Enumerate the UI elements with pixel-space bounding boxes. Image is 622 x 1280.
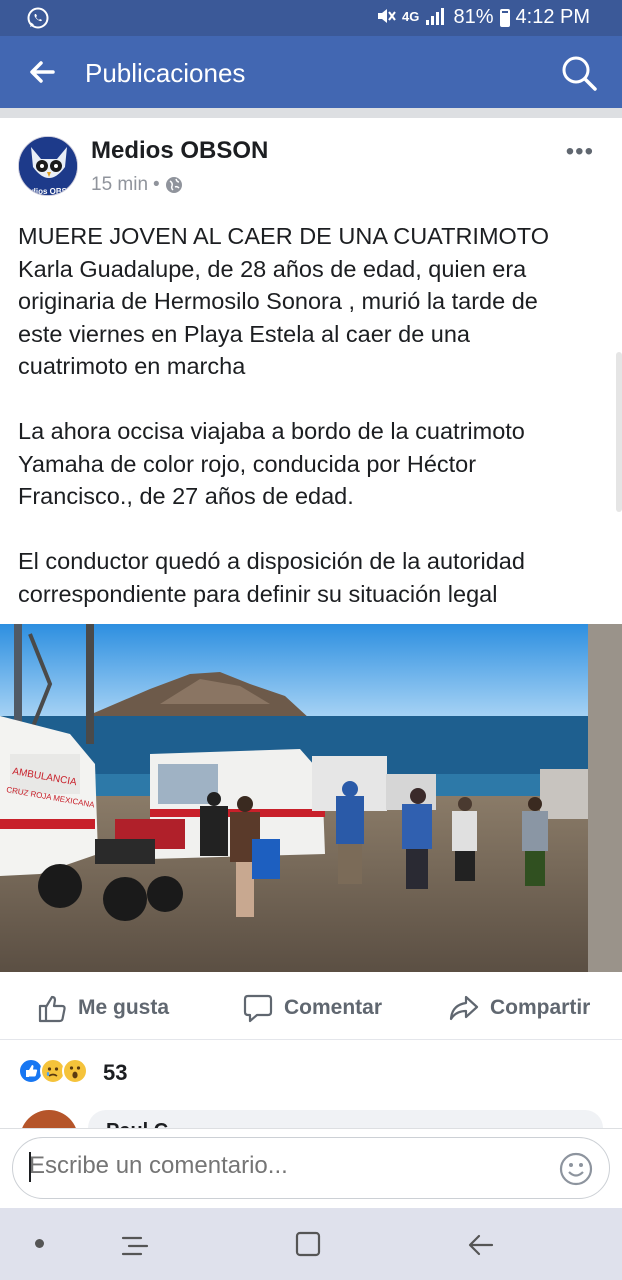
comment-bubble[interactable]: Paul C: [88, 1110, 603, 1130]
share-button[interactable]: Compartir: [448, 992, 590, 1024]
recent-apps-icon[interactable]: [120, 1230, 150, 1260]
share-label: Compartir: [490, 996, 591, 1019]
status-right: 81% 4:12 PM: [453, 6, 590, 29]
mute-icon: [378, 9, 396, 23]
text-line: cuatrimoto en marcha: [18, 353, 246, 379]
post-author[interactable]: Medios OBSON: [91, 137, 268, 165]
more-options-icon[interactable]: •••: [566, 138, 594, 166]
nav-dot-icon[interactable]: [35, 1239, 44, 1248]
globe-icon: [165, 177, 182, 193]
comment-icon: [243, 994, 273, 1023]
network-type: 4G: [402, 8, 420, 24]
wow-reaction-icon: [62, 1058, 88, 1084]
share-icon: [449, 995, 479, 1021]
text-caret: [29, 1152, 31, 1182]
page-title: Publicaciones: [85, 58, 246, 88]
text-line: Francisco., de 27 años de edad.: [18, 483, 354, 509]
battery-percent: 81%: [453, 6, 494, 28]
owl-logo-icon: dios OBS: [19, 137, 77, 196]
meta-separator: •: [153, 174, 160, 195]
avatar-text: dios OBS: [31, 187, 68, 196]
signal-icon: [426, 8, 445, 25]
text-line: originaria de Hermosilo Sonora , murió l…: [18, 288, 538, 314]
system-icons: 4G: [376, 7, 447, 25]
text-line: Karla Guadalupe, de 28 años de edad, qui…: [18, 255, 527, 282]
system-nav-bar: [0, 1208, 622, 1280]
arrow-left-icon[interactable]: [28, 58, 56, 86]
text-line: este viernes en Playa Estela al caer de …: [18, 320, 470, 347]
comment-composer: [0, 1128, 622, 1208]
post-actions: Me gusta Comentar Compartir: [0, 974, 622, 1040]
comment-button[interactable]: Comentar: [242, 992, 382, 1024]
whatsapp-icon: [27, 7, 49, 29]
comment-box[interactable]: [12, 1137, 610, 1199]
app-bar: Publicaciones: [0, 36, 622, 108]
comment-preview: Paul C: [0, 1106, 622, 1130]
text-line: La ahora occisa viajaba a bordo de la cu…: [18, 418, 525, 444]
reaction-count[interactable]: 53: [103, 1060, 127, 1086]
post-time[interactable]: 15 min: [91, 174, 148, 196]
avatar[interactable]: dios OBS: [18, 136, 78, 196]
text-line: El conductor quedó a disposición de la a…: [18, 548, 525, 574]
like-button[interactable]: Me gusta: [36, 992, 169, 1024]
status-bar: 4G 81% 4:12 PM: [0, 0, 622, 36]
paragraph-1: MUERE JOVEN AL CAER DE UNA CUATRIMOTO Ka…: [18, 220, 608, 383]
like-label: Me gusta: [78, 996, 170, 1019]
search-icon[interactable]: [560, 54, 598, 92]
beach-scene-image: AMBULANCIA CRUZ ROJA MEXICANA: [0, 624, 622, 972]
paragraph-3: El conductor quedó a disposición de la a…: [18, 545, 608, 610]
post-meta: 15 min •: [91, 174, 183, 196]
clock: 4:12 PM: [515, 6, 590, 28]
comment-label: Comentar: [284, 996, 383, 1019]
emoji-icon[interactable]: [559, 1152, 593, 1186]
post-photo[interactable]: AMBULANCIA CRUZ ROJA MEXICANA: [0, 624, 622, 972]
commenter-avatar[interactable]: [20, 1110, 78, 1130]
battery-icon: [499, 8, 510, 27]
text-line: MUERE JOVEN AL CAER DE UNA CUATRIMOTO: [18, 223, 550, 249]
post-body: MUERE JOVEN AL CAER DE UNA CUATRIMOTO Ka…: [18, 220, 608, 643]
thumbs-up-icon: [38, 995, 66, 1023]
scrollbar[interactable]: [616, 352, 622, 512]
text-line: Yamaha de color rojo, conducida por Héct…: [18, 450, 477, 477]
reaction-summary[interactable]: [18, 1058, 88, 1084]
text-line: correspondiente para definir su situació…: [18, 580, 498, 607]
feed-divider: [0, 108, 622, 118]
back-icon[interactable]: [466, 1230, 496, 1260]
paragraph-2: La ahora occisa viajaba a bordo de la cu…: [18, 415, 608, 513]
comment-input[interactable]: [29, 1152, 549, 1180]
home-icon[interactable]: [294, 1230, 322, 1258]
